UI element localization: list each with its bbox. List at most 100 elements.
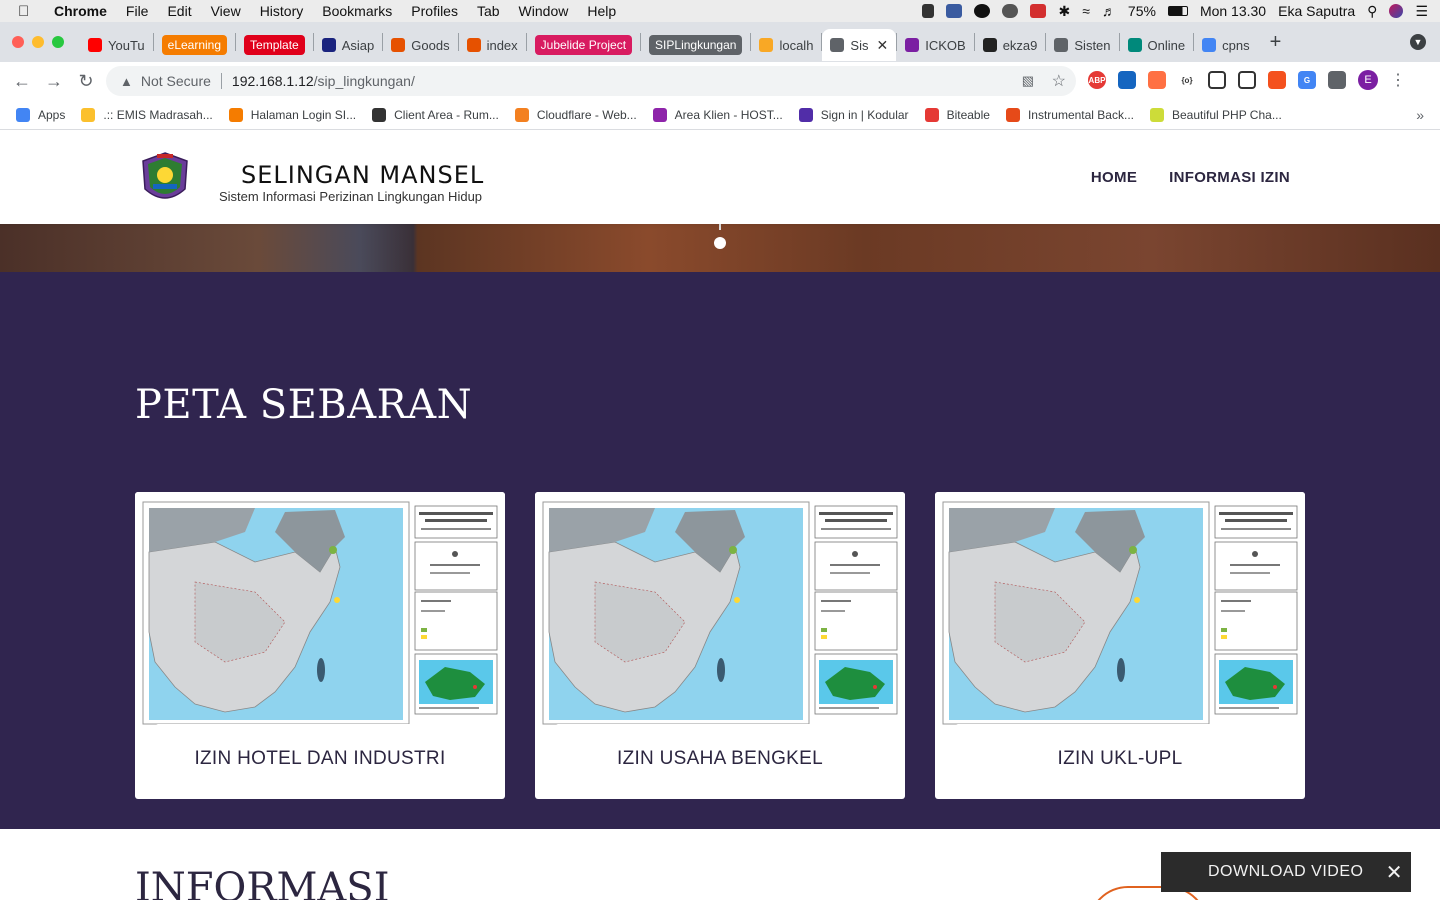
close-window-button[interactable] [12,36,24,48]
zoom-window-button[interactable] [52,36,64,48]
window-controls [12,36,64,48]
browser-tab[interactable]: Goods [383,29,457,61]
forward-button[interactable]: → [38,71,70,92]
browser-tab[interactable]: Asiap [314,29,383,61]
menu-window[interactable]: Window [519,3,569,19]
wifi-icon[interactable]: ≈ [1082,3,1090,19]
warning-icon[interactable]: ▲ [120,74,133,89]
profile-avatar[interactable]: E [1358,70,1378,90]
translate-icon[interactable]: ▧ [1022,73,1034,89]
battery-percent[interactable]: 75% [1128,3,1156,19]
nav-home[interactable]: HOME [1091,169,1137,186]
menu-bookmarks[interactable]: Bookmarks [322,3,392,19]
browser-tabstrip: YouTu eLearning Template Asiap Goods index Jub… [0,22,1440,62]
siri-icon[interactable] [1389,4,1404,18]
cloud-icon[interactable] [1002,4,1019,18]
card-caption[interactable]: IZIN HOTEL DAN INDUSTRI [135,748,505,770]
browser-tab[interactable]: Template [236,29,313,61]
bluetooth-icon[interactable]: ✱ [1058,3,1070,20]
bookmark-item[interactable]: Biteable [924,107,990,122]
bookmark-favicon-icon [652,107,667,122]
map-card-hotel-industri[interactable]: IZIN HOTEL DAN INDUSTRI [135,492,505,799]
browser-tab[interactable]: localh [751,29,821,61]
battery-icon[interactable] [1167,6,1188,16]
minimize-window-button[interactable] [32,36,44,48]
map-card-ukl-upl[interactable]: IZIN UKL-UPL [935,492,1305,799]
browser-tab[interactable]: Jubelide Project [527,29,640,61]
browser-tab[interactable]: YouTu [80,29,153,61]
reload-button[interactable]: ↻ [70,71,102,92]
volume-icon[interactable]: ♬ [1102,3,1116,19]
bookmark-item[interactable]: Sign in | Kodular [798,107,909,122]
google-translate-icon[interactable]: G [1298,71,1316,89]
json-viewer-icon[interactable]: {o} [1178,71,1196,89]
bookmark-item[interactable]: Client Area - Rum... [372,107,499,122]
download-video-label[interactable]: DOWNLOAD VIDEO [1208,863,1363,881]
regency-emblem-logo[interactable] [139,151,191,207]
browser-tab[interactable]: index [459,29,526,61]
site-brand[interactable]: SELINGAN MANSEL [241,161,484,189]
bookmark-item[interactable]: .:: EMIS Madrasah... [81,107,213,122]
tab-search-icon[interactable]: ▼ [1410,34,1426,50]
menu-profiles[interactable]: Profiles [411,3,458,19]
card-caption[interactable]: IZIN UKL-UPL [935,748,1305,770]
creative-cloud-icon[interactable] [974,4,991,18]
close-tab-icon[interactable]: ✕ [876,37,888,54]
menu-tab[interactable]: Tab [477,3,500,19]
tab-favicon-icon [1127,38,1142,52]
menu-history[interactable]: History [260,3,304,19]
tab-label: index [486,37,518,53]
close-icon[interactable]: ✕ [1386,860,1403,885]
clock[interactable]: Mon 13.30 [1200,3,1266,19]
adblock-plus-icon[interactable]: ABP [1088,71,1106,89]
bookmark-star-icon[interactable]: ☆ [1052,71,1066,91]
screenshot-icon[interactable] [1208,71,1226,89]
chrome-menu-icon[interactable]: ⋮ [1390,70,1406,90]
tab-label: Goods [411,37,450,53]
menu-view[interactable]: View [211,3,241,19]
menu-file[interactable]: File [126,3,149,19]
user-name[interactable]: Eka Saputra [1278,3,1355,19]
bookmark-item[interactable]: Halaman Login SI... [228,107,357,122]
bookmark-favicon-icon [1005,107,1020,122]
nav-informasi-izin[interactable]: INFORMASI IZIN [1169,169,1290,186]
extension-red-icon[interactable] [1268,71,1286,89]
address-bar[interactable]: ▲ Not Secure 192.168.1.12/sip_lingkungan… [106,66,1076,96]
security-status[interactable]: Not Secure [141,73,211,89]
vlc-icon[interactable] [922,4,935,18]
apple-menu-icon[interactable]:  [18,3,38,20]
more-bookmarks-icon[interactable]: » [1416,107,1424,123]
card-caption[interactable]: IZIN USAHA BENGKEL [535,748,905,770]
browser-tab[interactable]: Sisten [1046,29,1118,61]
extension-blue-icon[interactable] [1118,71,1136,89]
browser-tab[interactable]: Sis ✕ [822,29,897,61]
browser-tab[interactable]: ICKOB [897,29,973,61]
browser-tab[interactable]: Online [1120,29,1194,61]
menu-help[interactable]: Help [587,3,616,19]
back-button[interactable]: ← [6,71,38,92]
browser-tab[interactable]: eLearning [154,29,235,61]
bookmark-item[interactable]: Cloudflare - Web... [514,107,637,122]
browser-tab[interactable]: SIPLingkungan [641,29,750,61]
bookmark-item[interactable]: Instrumental Back... [1005,107,1134,122]
calendar-badge-icon[interactable] [1030,4,1047,18]
bookmark-item[interactable]: Beautiful PHP Cha... [1149,107,1282,122]
menu-edit[interactable]: Edit [167,3,191,19]
menu-app-name[interactable]: Chrome [54,3,107,19]
extension-orange-icon[interactable] [1148,71,1166,89]
notification-center-icon[interactable]: ☰ [1415,3,1428,20]
new-tab-button[interactable]: + [1270,31,1282,54]
bookmark-label: Client Area - Rum... [394,107,499,122]
bookmark-item[interactable]: Area Klien - HOST... [652,107,783,122]
slider-dot-indicator[interactable] [714,237,726,249]
download-video-bar[interactable]: DOWNLOAD VIDEO ✕ [1161,852,1411,892]
capture-icon[interactable] [1238,71,1256,89]
extensions-puzzle-icon[interactable] [1328,71,1346,89]
bookmark-item[interactable]: Apps [16,107,65,122]
app-status-icon[interactable] [946,4,963,18]
bookmark-label: Halaman Login SI... [250,107,357,122]
browser-tab[interactable]: ekza9 [975,29,1046,61]
spotlight-search-icon[interactable]: ⚲ [1367,3,1377,20]
map-card-usaha-bengkel[interactable]: IZIN USAHA BENGKEL [535,492,905,799]
browser-tab[interactable]: cpns [1194,29,1257,61]
